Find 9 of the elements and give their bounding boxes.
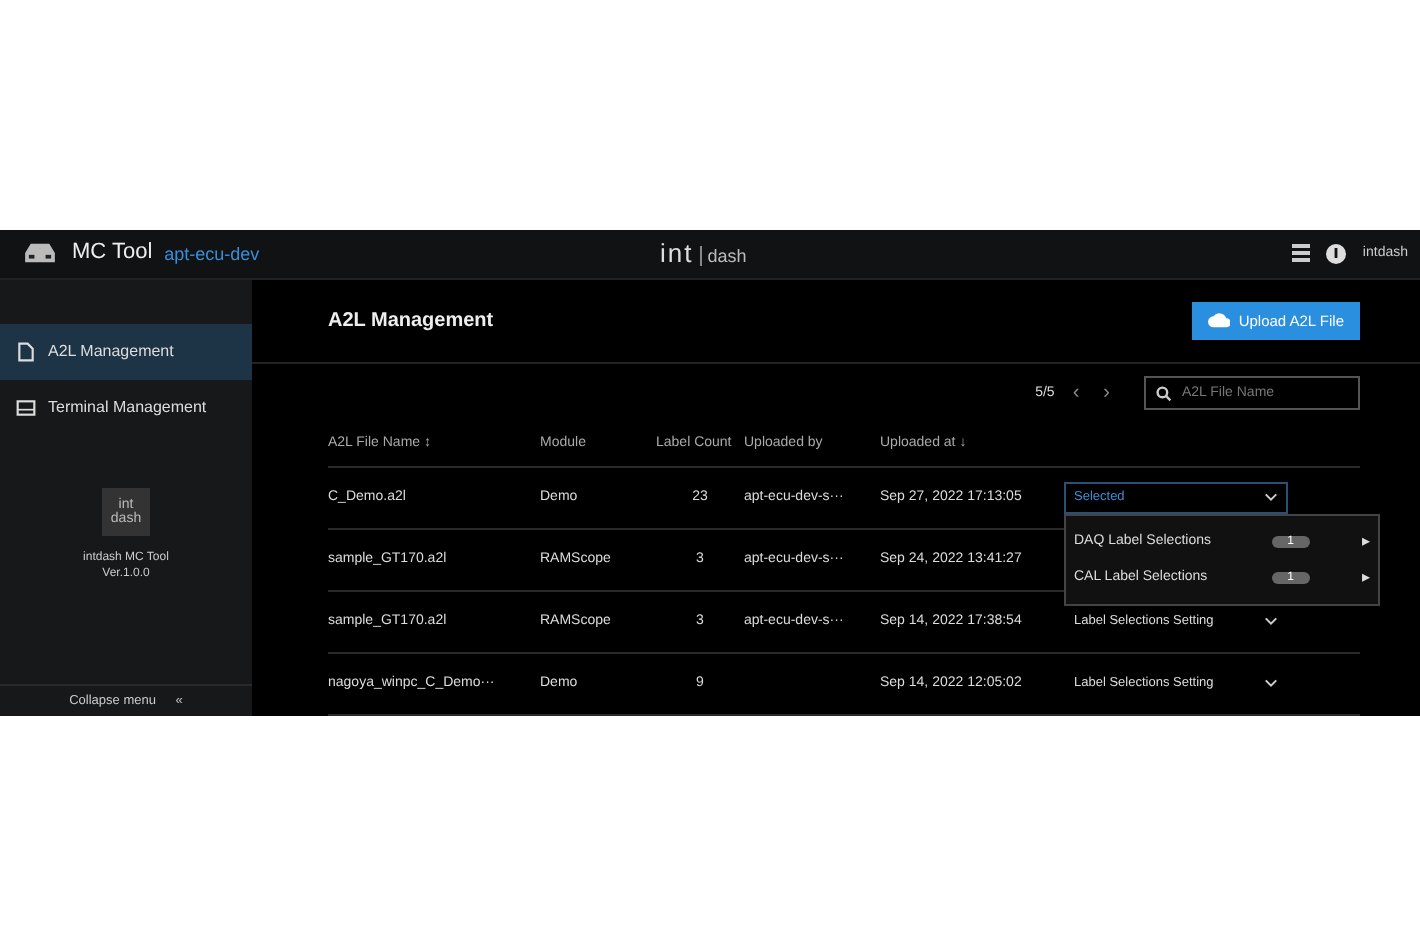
page-title: A2L Management (328, 309, 494, 332)
logo-text: dash (699, 246, 747, 266)
logo-text: int (660, 238, 694, 268)
previous-page-button[interactable]: ‹ (1066, 381, 1086, 404)
project-name: apt-ecu-dev (164, 243, 260, 263)
next-page-button[interactable]: › (1097, 381, 1116, 404)
sidebar-item[interactable]: Terminal Management (0, 379, 252, 435)
app-name: MC Tool (72, 242, 153, 264)
sidebar-item[interactable]: A2L Management (0, 323, 252, 379)
